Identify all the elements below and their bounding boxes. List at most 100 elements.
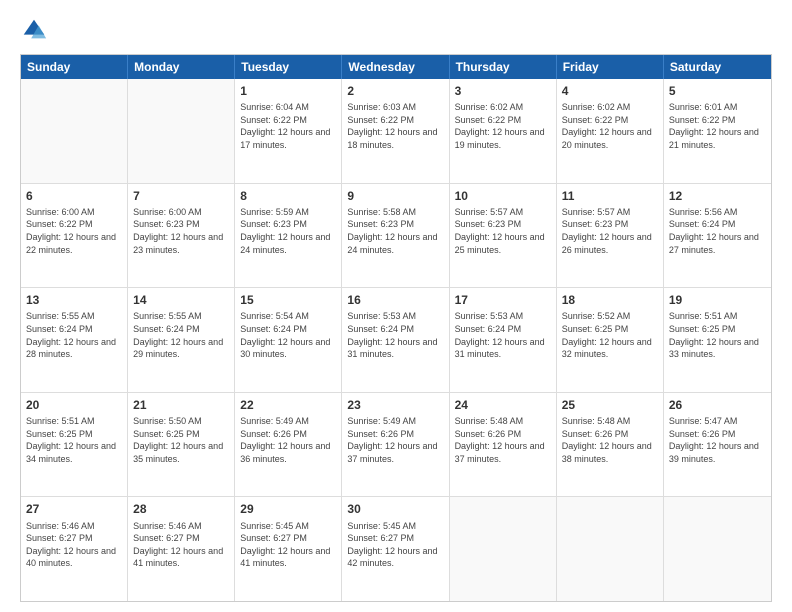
day-number: 17 (455, 292, 551, 308)
day-number: 3 (455, 83, 551, 99)
day-info: Sunrise: 5:55 AM Sunset: 6:24 PM Dayligh… (26, 310, 122, 360)
calendar-cell: 22Sunrise: 5:49 AM Sunset: 6:26 PM Dayli… (235, 393, 342, 497)
day-number: 2 (347, 83, 443, 99)
calendar-cell (21, 79, 128, 183)
day-number: 13 (26, 292, 122, 308)
day-number: 12 (669, 188, 766, 204)
day-info: Sunrise: 5:56 AM Sunset: 6:24 PM Dayligh… (669, 206, 766, 256)
day-info: Sunrise: 5:52 AM Sunset: 6:25 PM Dayligh… (562, 310, 658, 360)
day-number: 10 (455, 188, 551, 204)
calendar-cell: 30Sunrise: 5:45 AM Sunset: 6:27 PM Dayli… (342, 497, 449, 601)
header-day-thursday: Thursday (450, 55, 557, 79)
day-number: 24 (455, 397, 551, 413)
header-day-tuesday: Tuesday (235, 55, 342, 79)
header (20, 16, 772, 44)
day-number: 8 (240, 188, 336, 204)
calendar-cell: 26 Sunrise: 5:47 AM Sunset: 6:26 PM Dayli… (664, 393, 771, 497)
header-day-saturday: Saturday (664, 55, 771, 79)
calendar-header: SundayMondayTuesdayWednesdayThursdayFrid… (21, 55, 771, 79)
calendar-cell: 3 Sunrise: 6:02 AM Sunset: 6:22 PM Daylig… (450, 79, 557, 183)
day-info: Sunrise: 5:49 AM Sunset: 6:26 PM Dayligh… (240, 415, 336, 465)
calendar-cell: 28 Sunrise: 5:46 AM Sunset: 6:27 PM Dayli… (128, 497, 235, 601)
day-info: Sunrise: 5:57 AM Sunset: 6:23 PM Dayligh… (562, 206, 658, 256)
day-number: 19 (669, 292, 766, 308)
calendar-cell: 10 Sunrise: 5:57 AM Sunset: 6:23 PM Dayli… (450, 184, 557, 288)
day-number: 26 (669, 397, 766, 413)
logo (20, 16, 52, 44)
day-number: 7 (133, 188, 229, 204)
calendar-row-2: 6 Sunrise: 6:00 AM Sunset: 6:22 PM Daylig… (21, 184, 771, 289)
day-number: 5 (669, 83, 766, 99)
day-info: Sunrise: 5:55 AM Sunset: 6:24 PM Dayligh… (133, 310, 229, 360)
day-info: Sunrise: 5:54 AM Sunset: 6:24 PM Dayligh… (240, 310, 336, 360)
day-info: Sunrise: 6:01 AM Sunset: 6:22 PM Dayligh… (669, 101, 766, 151)
day-info: Sunrise: 5:48 AM Sunset: 6:26 PM Dayligh… (562, 415, 658, 465)
calendar: SundayMondayTuesdayWednesdayThursdayFrid… (20, 54, 772, 602)
day-number: 9 (347, 188, 443, 204)
calendar-cell: 13 Sunrise: 5:55 AM Sunset: 6:24 PM Dayli… (21, 288, 128, 392)
day-info: Sunrise: 5:51 AM Sunset: 6:25 PM Dayligh… (26, 415, 122, 465)
calendar-cell (128, 79, 235, 183)
calendar-cell: 15Sunrise: 5:54 AM Sunset: 6:24 PM Dayli… (235, 288, 342, 392)
day-number: 29 (240, 501, 336, 517)
calendar-body: 1 Sunrise: 6:04 AM Sunset: 6:22 PM Daylig… (21, 79, 771, 601)
day-info: Sunrise: 6:02 AM Sunset: 6:22 PM Dayligh… (455, 101, 551, 151)
day-info: Sunrise: 5:58 AM Sunset: 6:23 PM Dayligh… (347, 206, 443, 256)
calendar-cell: 16 Sunrise: 5:53 AM Sunset: 6:24 PM Dayli… (342, 288, 449, 392)
day-info: Sunrise: 6:03 AM Sunset: 6:22 PM Dayligh… (347, 101, 443, 151)
day-info: Sunrise: 5:50 AM Sunset: 6:25 PM Dayligh… (133, 415, 229, 465)
calendar-cell: 27Sunrise: 5:46 AM Sunset: 6:27 PM Dayli… (21, 497, 128, 601)
logo-icon (20, 16, 48, 44)
day-number: 28 (133, 501, 229, 517)
header-day-sunday: Sunday (21, 55, 128, 79)
day-info: Sunrise: 5:45 AM Sunset: 6:27 PM Dayligh… (240, 520, 336, 570)
calendar-row-1: 1 Sunrise: 6:04 AM Sunset: 6:22 PM Daylig… (21, 79, 771, 184)
calendar-cell: 6 Sunrise: 6:00 AM Sunset: 6:22 PM Daylig… (21, 184, 128, 288)
day-info: Sunrise: 5:59 AM Sunset: 6:23 PM Dayligh… (240, 206, 336, 256)
calendar-cell: 14 Sunrise: 5:55 AM Sunset: 6:24 PM Dayli… (128, 288, 235, 392)
day-number: 11 (562, 188, 658, 204)
day-number: 1 (240, 83, 336, 99)
day-info: Sunrise: 5:57 AM Sunset: 6:23 PM Dayligh… (455, 206, 551, 256)
calendar-cell: 19 Sunrise: 5:51 AM Sunset: 6:25 PM Dayli… (664, 288, 771, 392)
calendar-cell: 17 Sunrise: 5:53 AM Sunset: 6:24 PM Dayli… (450, 288, 557, 392)
calendar-cell: 9 Sunrise: 5:58 AM Sunset: 6:23 PM Daylig… (342, 184, 449, 288)
day-info: Sunrise: 6:04 AM Sunset: 6:22 PM Dayligh… (240, 101, 336, 151)
day-info: Sunrise: 5:47 AM Sunset: 6:26 PM Dayligh… (669, 415, 766, 465)
day-info: Sunrise: 5:53 AM Sunset: 6:24 PM Dayligh… (455, 310, 551, 360)
calendar-cell: 18 Sunrise: 5:52 AM Sunset: 6:25 PM Dayli… (557, 288, 664, 392)
day-number: 14 (133, 292, 229, 308)
header-day-friday: Friday (557, 55, 664, 79)
day-info: Sunrise: 6:00 AM Sunset: 6:23 PM Dayligh… (133, 206, 229, 256)
calendar-row-3: 13 Sunrise: 5:55 AM Sunset: 6:24 PM Dayli… (21, 288, 771, 393)
calendar-cell: 23Sunrise: 5:49 AM Sunset: 6:26 PM Dayli… (342, 393, 449, 497)
day-number: 20 (26, 397, 122, 413)
calendar-cell: 7 Sunrise: 6:00 AM Sunset: 6:23 PM Daylig… (128, 184, 235, 288)
day-number: 21 (133, 397, 229, 413)
calendar-row-5: 27Sunrise: 5:46 AM Sunset: 6:27 PM Dayli… (21, 497, 771, 601)
day-number: 18 (562, 292, 658, 308)
day-info: Sunrise: 6:02 AM Sunset: 6:22 PM Dayligh… (562, 101, 658, 151)
page: SundayMondayTuesdayWednesdayThursdayFrid… (0, 0, 792, 612)
calendar-cell: 21 Sunrise: 5:50 AM Sunset: 6:25 PM Dayli… (128, 393, 235, 497)
day-info: Sunrise: 5:46 AM Sunset: 6:27 PM Dayligh… (26, 520, 122, 570)
day-info: Sunrise: 5:46 AM Sunset: 6:27 PM Dayligh… (133, 520, 229, 570)
header-day-monday: Monday (128, 55, 235, 79)
header-day-wednesday: Wednesday (342, 55, 449, 79)
calendar-cell: 25 Sunrise: 5:48 AM Sunset: 6:26 PM Dayli… (557, 393, 664, 497)
day-number: 6 (26, 188, 122, 204)
day-info: Sunrise: 5:45 AM Sunset: 6:27 PM Dayligh… (347, 520, 443, 570)
day-info: Sunrise: 5:51 AM Sunset: 6:25 PM Dayligh… (669, 310, 766, 360)
calendar-cell: 24Sunrise: 5:48 AM Sunset: 6:26 PM Dayli… (450, 393, 557, 497)
day-number: 16 (347, 292, 443, 308)
day-number: 25 (562, 397, 658, 413)
calendar-cell: 8 Sunrise: 5:59 AM Sunset: 6:23 PM Daylig… (235, 184, 342, 288)
calendar-cell (557, 497, 664, 601)
day-number: 23 (347, 397, 443, 413)
calendar-cell: 12 Sunrise: 5:56 AM Sunset: 6:24 PM Dayli… (664, 184, 771, 288)
calendar-cell: 1 Sunrise: 6:04 AM Sunset: 6:22 PM Daylig… (235, 79, 342, 183)
calendar-cell: 2 Sunrise: 6:03 AM Sunset: 6:22 PM Daylig… (342, 79, 449, 183)
calendar-row-4: 20 Sunrise: 5:51 AM Sunset: 6:25 PM Dayli… (21, 393, 771, 498)
day-info: Sunrise: 5:53 AM Sunset: 6:24 PM Dayligh… (347, 310, 443, 360)
day-info: Sunrise: 6:00 AM Sunset: 6:22 PM Dayligh… (26, 206, 122, 256)
